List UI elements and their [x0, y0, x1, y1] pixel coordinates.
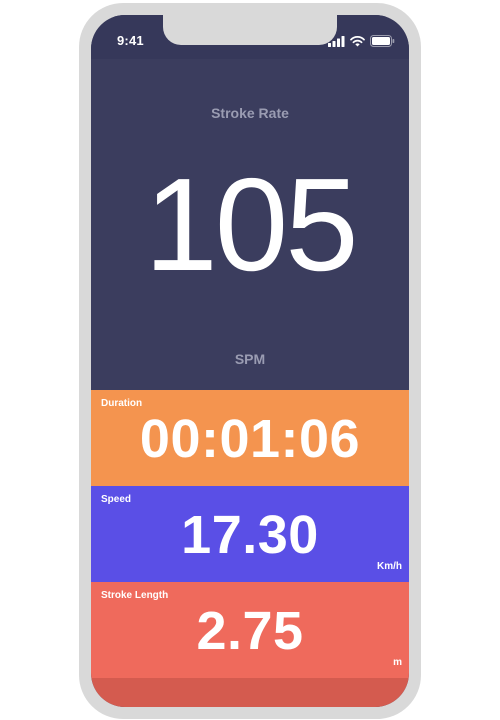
duration-panel: Duration 00:01:06 — [91, 390, 409, 486]
speed-panel: Speed 17.30 Km/h — [91, 486, 409, 582]
app-screen: 9:41 Stroke Rate 105 SPM Duration 00:01:… — [91, 15, 409, 707]
stroke-rate-unit: SPM — [234, 351, 266, 367]
speed-value: 17.30 — [181, 505, 319, 565]
stroke-length-unit: m — [393, 657, 402, 668]
phone-frame: 9:41 Stroke Rate 105 SPM Duration 00:01:… — [79, 3, 421, 719]
stroke-rate-title: Stroke Rate — [211, 105, 289, 121]
status-icons — [328, 34, 395, 52]
wifi-icon — [350, 34, 365, 52]
footer-bar — [91, 678, 409, 707]
stroke-rate-value: 105 — [144, 151, 358, 298]
signal-icon — [328, 34, 345, 52]
status-bar: 9:41 — [91, 15, 409, 59]
battery-icon — [370, 34, 395, 52]
stroke-length-panel: Stroke Length 2.75 m — [91, 582, 409, 678]
stroke-rate-panel: Stroke Rate 105 SPM — [91, 59, 409, 390]
speed-unit: Km/h — [377, 561, 402, 572]
status-time: 9:41 — [117, 33, 144, 48]
duration-value: 00:01:06 — [139, 409, 361, 469]
device-notch — [163, 15, 337, 45]
stroke-length-value: 2.75 — [196, 601, 304, 661]
